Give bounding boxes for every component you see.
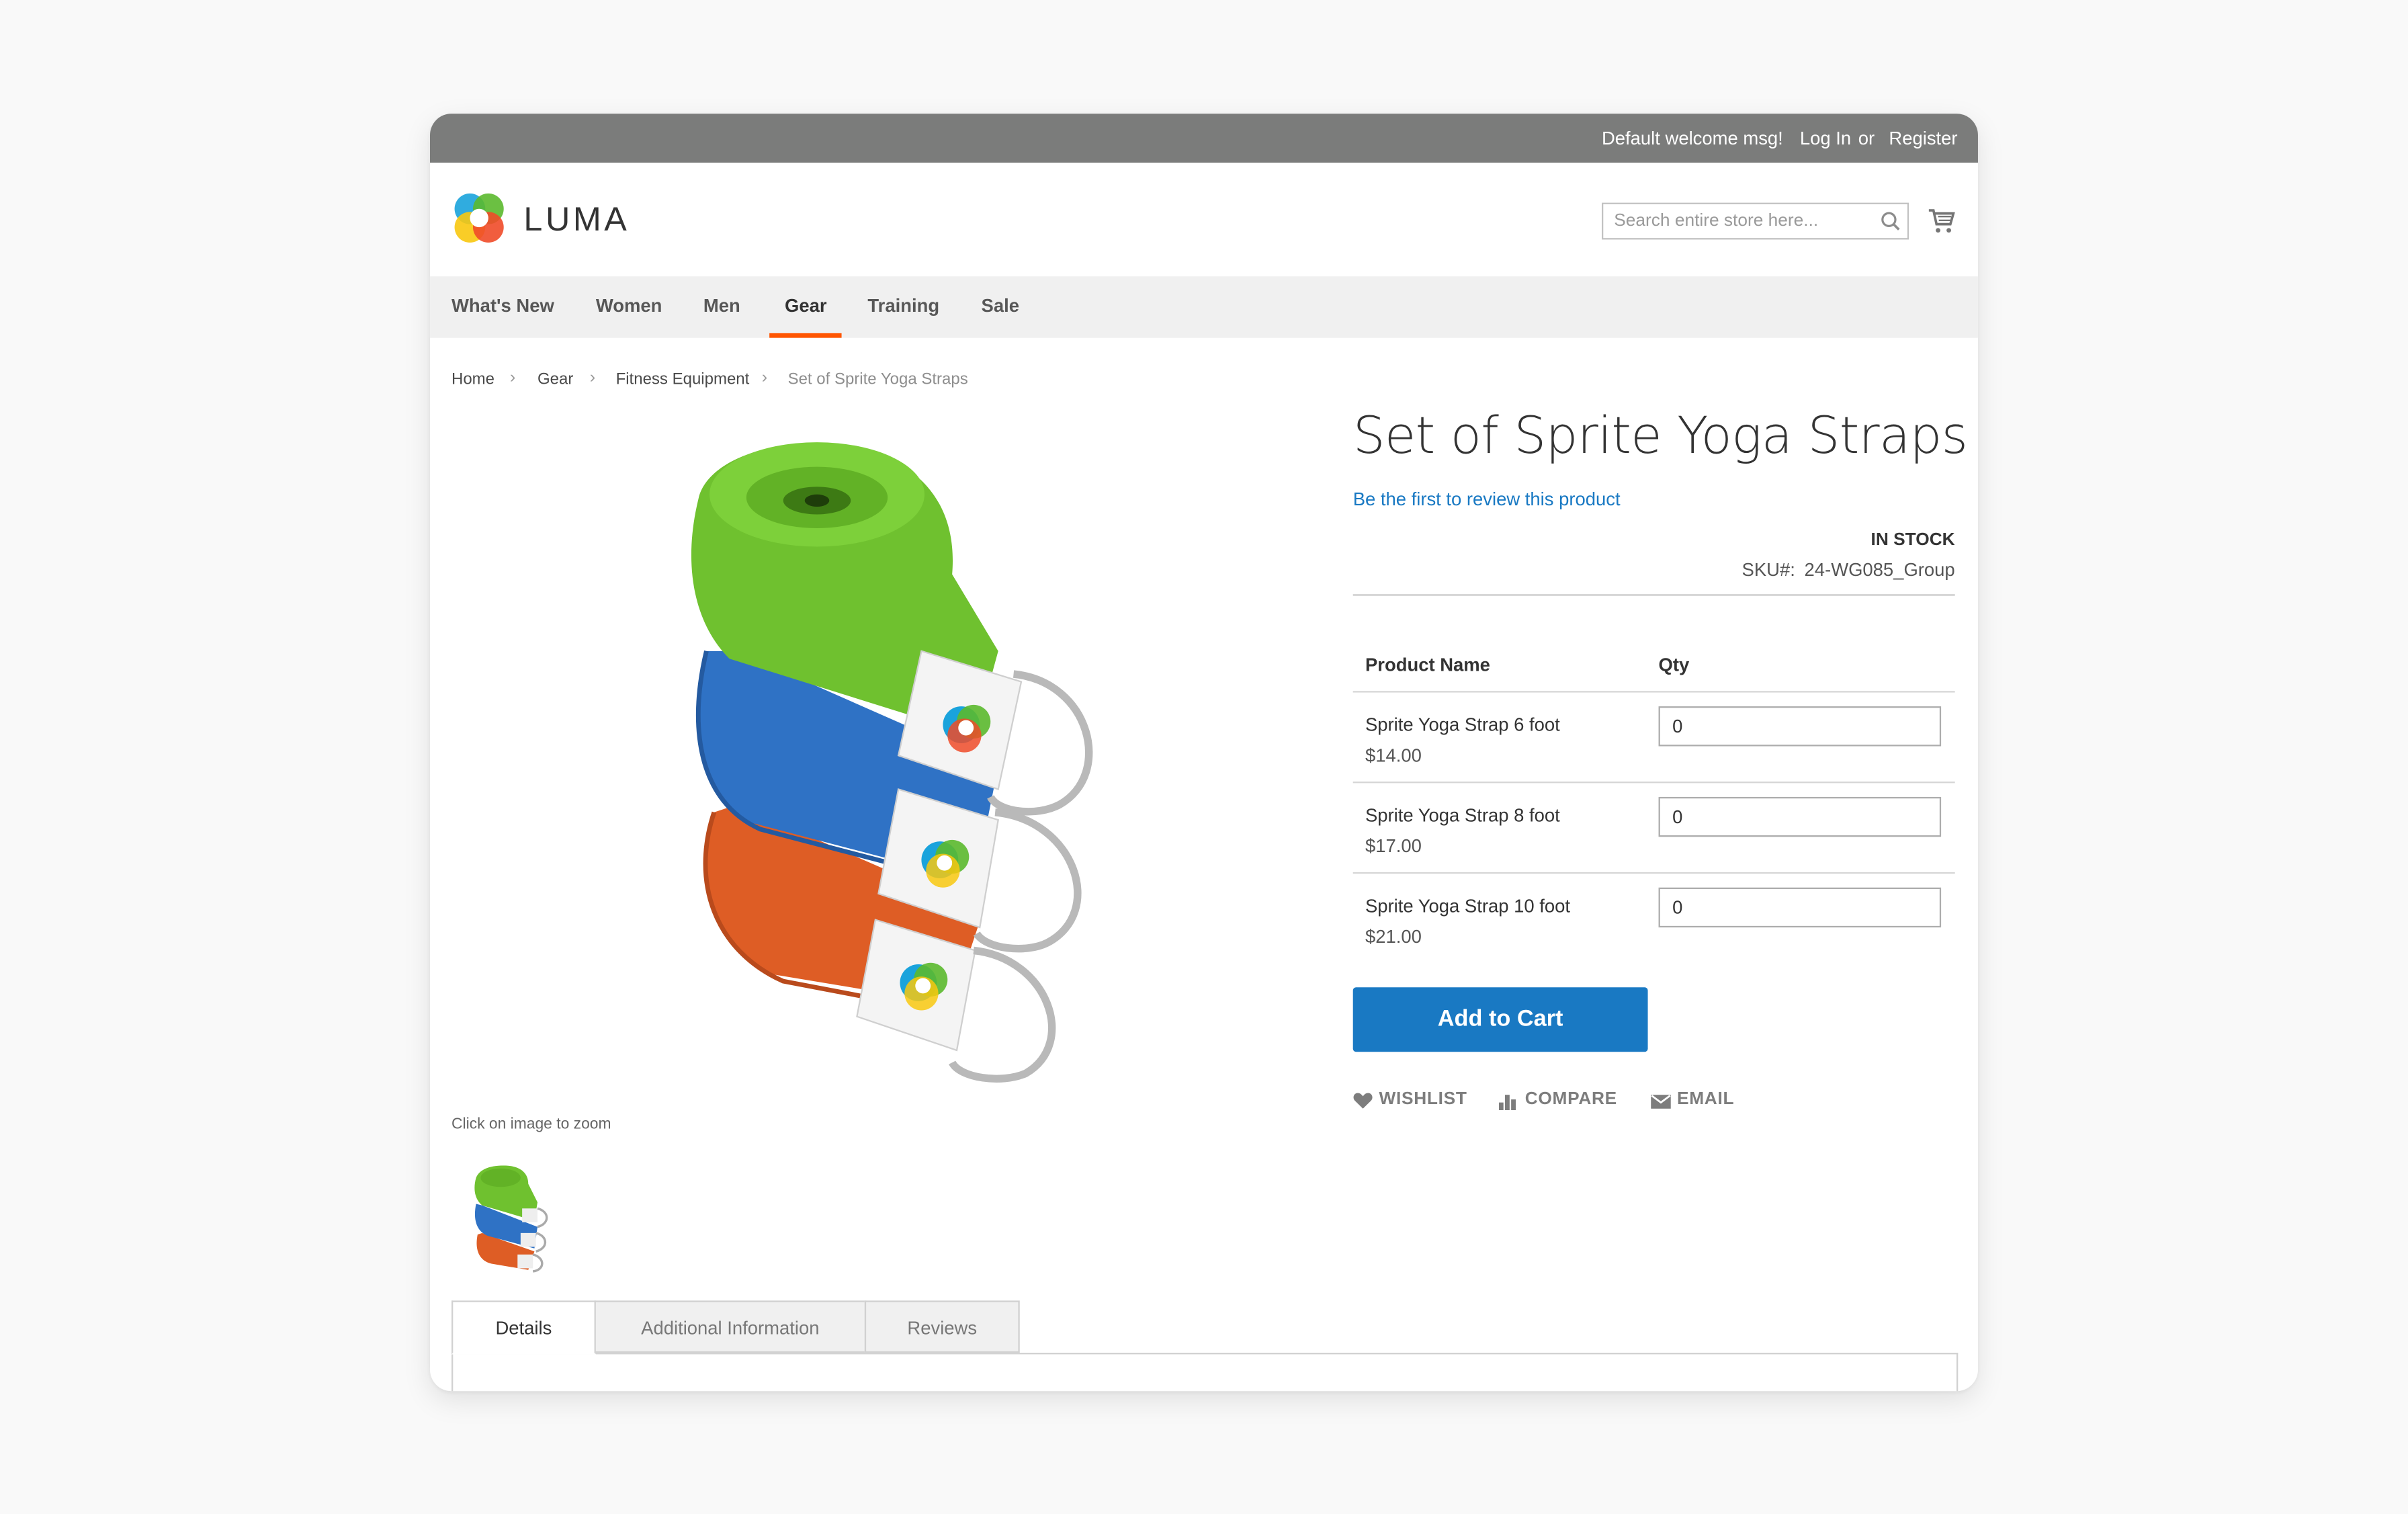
column-header-qty: Qty <box>1658 654 1690 676</box>
breadcrumb-current: Set of Sprite Yoga Straps <box>787 370 968 389</box>
nav-item-gear[interactable]: Gear <box>785 295 827 317</box>
search-placeholder: Search entire store here... <box>1614 212 1819 230</box>
item-name: Sprite Yoga Strap 8 foot <box>1365 804 1560 827</box>
product-main-image[interactable] <box>645 421 1167 1096</box>
nav-active-indicator <box>769 333 842 338</box>
stock-status: IN STOCK <box>1870 531 1955 550</box>
column-header-product-name: Product Name <box>1365 654 1490 676</box>
review-link[interactable]: Be the first to review this product <box>1353 489 1621 510</box>
register-link[interactable]: Register <box>1889 128 1957 149</box>
tab-content-panel <box>451 1353 1959 1392</box>
divider <box>1352 594 1955 596</box>
top-bar: Default welcome msg! Log In or Register <box>429 114 1978 163</box>
search-icon[interactable] <box>1880 210 1901 232</box>
tab-reviews[interactable]: Reviews <box>864 1300 1020 1353</box>
heart-icon <box>1353 1093 1373 1109</box>
table-divider <box>1352 691 1955 693</box>
item-name: Sprite Yoga Strap 10 foot <box>1365 895 1570 917</box>
qty-input[interactable]: 0 <box>1658 706 1942 747</box>
add-to-cart-button[interactable]: Add to Cart <box>1352 987 1648 1052</box>
sku-label: SKU#: <box>1742 558 1795 581</box>
product-title: Set of Sprite Yoga Straps <box>1352 405 1968 466</box>
or-text: or <box>1858 127 1875 149</box>
login-link[interactable]: Log In <box>1800 128 1851 149</box>
browser-window: Default welcome msg! Log In or Register … <box>429 114 1978 1392</box>
item-price: $17.00 <box>1365 835 1422 857</box>
item-name: Sprite Yoga Strap 6 foot <box>1365 714 1560 736</box>
tab-additional-information[interactable]: Additional Information <box>594 1300 867 1353</box>
tab-details[interactable]: Details <box>451 1300 596 1355</box>
wishlist-link[interactable]: WISHLIST <box>1353 1090 1467 1109</box>
table-divider <box>1352 872 1955 874</box>
compare-icon <box>1498 1095 1516 1111</box>
item-price: $21.00 <box>1365 925 1422 948</box>
chevron-right-icon: › <box>509 368 516 387</box>
main-navigation: What's New Women Men Gear Training Sale <box>429 276 1978 338</box>
qty-input[interactable]: 0 <box>1658 796 1942 837</box>
site-header: LUMA Search entire store here... <box>429 163 1978 277</box>
chevron-right-icon: › <box>589 368 596 387</box>
email-link[interactable]: EMAIL <box>1651 1090 1734 1109</box>
logo-icon[interactable] <box>452 190 507 245</box>
welcome-message: Default welcome msg! <box>1601 127 1783 149</box>
envelope-icon <box>1651 1095 1671 1109</box>
breadcrumb-fitness-equipment[interactable]: Fitness Equipment <box>616 370 750 388</box>
sku: SKU#: 24-WG085_Group <box>1742 559 1955 581</box>
search-input[interactable]: Search entire store here... <box>1601 202 1909 240</box>
compare-link[interactable]: COMPARE <box>1498 1090 1617 1111</box>
cart-icon[interactable] <box>1928 207 1955 235</box>
breadcrumb-home[interactable]: Home <box>452 370 494 388</box>
nav-item-sale[interactable]: Sale <box>982 295 1019 317</box>
nav-item-whats-new[interactable]: What's New <box>452 295 554 317</box>
breadcrumb-gear[interactable]: Gear <box>538 370 573 388</box>
qty-input[interactable]: 0 <box>1658 887 1942 928</box>
nav-item-men[interactable]: Men <box>703 295 740 317</box>
product-thumbnail[interactable] <box>470 1165 556 1273</box>
logo-text[interactable]: LUMA <box>523 200 630 239</box>
nav-item-training[interactable]: Training <box>867 295 939 317</box>
zoom-hint: Click on image to zoom <box>451 1116 611 1134</box>
table-divider <box>1352 782 1955 784</box>
chevron-right-icon: › <box>761 368 768 387</box>
nav-item-women[interactable]: Women <box>596 295 662 317</box>
item-price: $14.00 <box>1365 745 1422 767</box>
sku-value: 24-WG085_Group <box>1804 558 1955 581</box>
